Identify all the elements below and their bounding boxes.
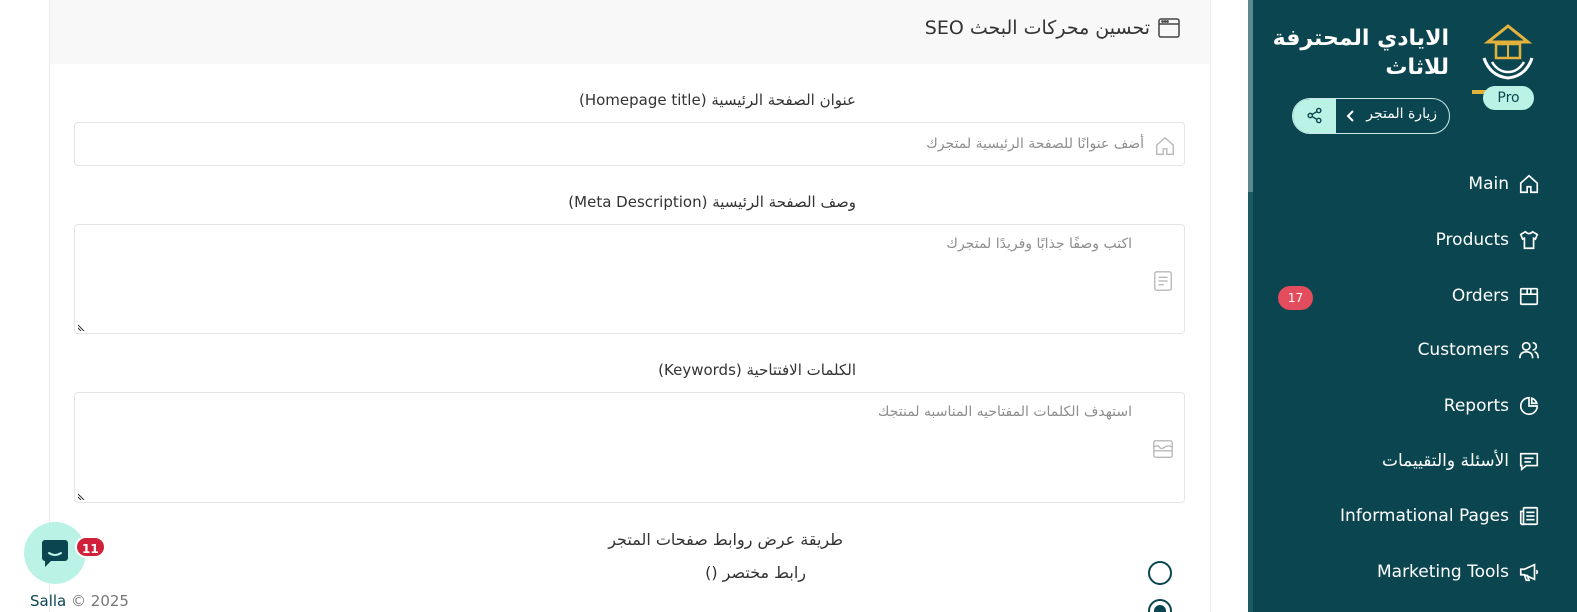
links-display-label: طريقة عرض روابط صفحات المتجر <box>608 530 843 549</box>
homepage-title-label: عنوان الصفحة الرئيسية (Homepage title) <box>578 91 856 109</box>
box-icon <box>1519 287 1539 306</box>
meta-description-placeholder: اكتب وصفًا جذابًا وفريدًا لمتجرك <box>946 236 1132 252</box>
sidebar-item-reports[interactable]: Reports <box>1260 386 1560 426</box>
footer-copyright: Salla © 2025 <box>30 592 129 610</box>
resize-handle-icon[interactable] <box>78 492 86 500</box>
pie-chart-icon <box>1519 396 1539 416</box>
visit-store-label: زيارة المتجر <box>1366 106 1437 122</box>
sidebar-item-label: Main <box>1468 174 1509 194</box>
sidebar-item-customers[interactable]: Customers <box>1260 330 1560 370</box>
sidebar-item-label: Orders <box>1451 286 1509 306</box>
seo-section-title: تحسين محركات البحث SEO <box>924 17 1150 39</box>
chevron-left-icon <box>1346 110 1354 122</box>
footer-year: © 2025 <box>66 592 129 610</box>
chat-unread-badge: 11 <box>75 536 106 558</box>
radio-short-link[interactable] <box>1148 561 1172 585</box>
share-button[interactable] <box>1293 99 1336 133</box>
sidebar-item-informational-pages[interactable]: Informational Pages <box>1260 496 1560 536</box>
radio-short-link-label: رابط مختصر () <box>705 563 806 582</box>
sidebar-item-reviews[interactable]: الأسئلة والتقييمات <box>1260 441 1560 481</box>
home-icon <box>1156 136 1174 155</box>
share-icon <box>1307 107 1322 124</box>
sidebar-item-label: Reports <box>1443 396 1509 416</box>
meta-description-textarea[interactable]: اكتب وصفًا جذابًا وفريدًا لمتجرك <box>74 224 1185 334</box>
sidebar-item-label: الأسئلة والتقييمات <box>1381 451 1509 471</box>
keywords-placeholder: استهدف الكلمات المفتاحيه المناسبه لمنتجك <box>877 404 1132 420</box>
tag-icon <box>1153 440 1173 458</box>
orders-count-badge: 17 <box>1278 286 1313 310</box>
main-content: تحسين محركات البحث SEO عنوان الصفحة الرئ… <box>0 0 1248 612</box>
sidebar-item-label: Informational Pages <box>1340 506 1509 526</box>
sidebar-scrollbar-thumb[interactable] <box>1248 0 1253 192</box>
users-icon <box>1519 341 1539 359</box>
shirt-icon <box>1519 230 1539 250</box>
newspaper-icon <box>1519 506 1539 526</box>
comment-icon <box>1519 452 1539 471</box>
footer-brand-link[interactable]: Salla <box>30 592 66 610</box>
chat-icon <box>42 540 68 567</box>
megaphone-icon <box>1519 563 1539 582</box>
sidebar-item-products[interactable]: Products <box>1260 220 1560 260</box>
resize-handle-icon[interactable] <box>78 323 86 331</box>
sidebar-item-label: Products <box>1435 230 1509 250</box>
sidebar-item-label: Customers <box>1417 340 1509 360</box>
seo-card-header: تحسين محركات البحث SEO <box>50 0 1210 64</box>
browser-window-icon <box>1158 18 1180 38</box>
homepage-title-input[interactable]: أضف عنوانًا للصفحة الرئيسية لمتجرك <box>74 122 1185 166</box>
keywords-label: الكلمات الافتتاحية (Keywords) <box>658 361 856 379</box>
sidebar-item-main[interactable]: Main <box>1260 164 1560 204</box>
plan-badge: Pro <box>1483 86 1534 110</box>
sidebar-item-label: Marketing Tools <box>1376 562 1509 582</box>
visit-store-button[interactable]: زيارة المتجر <box>1292 98 1450 134</box>
document-icon <box>1154 271 1172 291</box>
homepage-title-placeholder: أضف عنوانًا للصفحة الرئيسية لمتجرك <box>926 136 1144 152</box>
meta-description-label: وصف الصفحة الرئيسية (Meta Description) <box>568 193 856 211</box>
sidebar-item-marketing-tools[interactable]: Marketing Tools <box>1260 552 1560 592</box>
keywords-textarea[interactable]: استهدف الكلمات المفتاحيه المناسبه لمنتجك <box>74 392 1185 503</box>
store-name: الايادي المحترفة للاثاث <box>1272 26 1449 80</box>
sidebar-scrollbar[interactable] <box>1248 0 1253 612</box>
home-icon <box>1519 174 1539 194</box>
